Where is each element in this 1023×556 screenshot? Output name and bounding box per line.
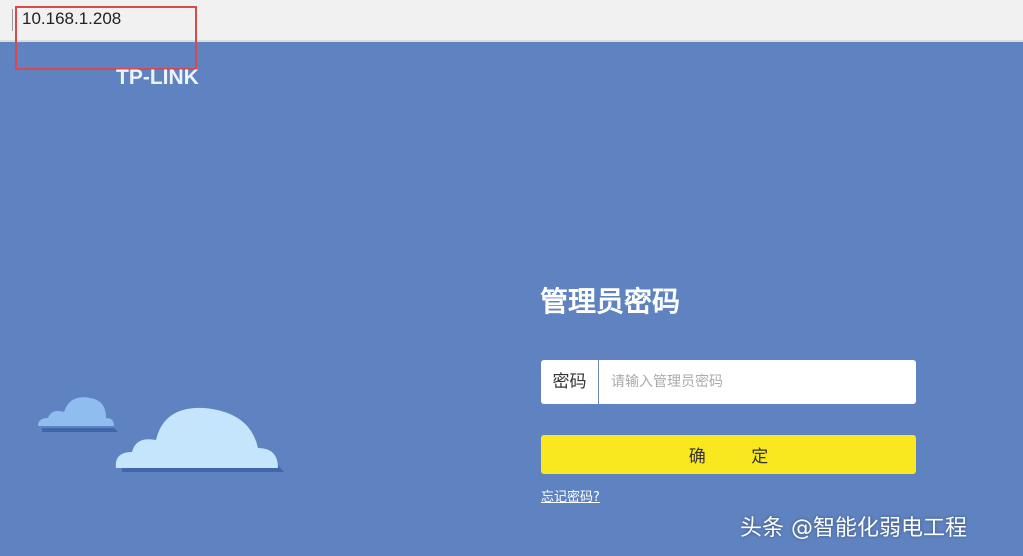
forgot-password-link[interactable]: 忘记密码?	[541, 486, 600, 505]
confirm-button[interactable]: 确 定	[541, 435, 916, 474]
password-input[interactable]	[599, 362, 916, 402]
small-cloud-icon	[38, 397, 118, 432]
large-cloud-icon	[115, 407, 284, 472]
watermark: 头条 @智能化弱电工程	[740, 516, 967, 541]
highlight-box	[15, 6, 197, 70]
password-field: 密码	[541, 360, 916, 404]
divider	[12, 9, 13, 31]
tp-link-logo: TP-LINK	[116, 66, 199, 89]
page-title: 管理员密码	[540, 285, 681, 318]
password-label: 密码	[541, 360, 599, 404]
